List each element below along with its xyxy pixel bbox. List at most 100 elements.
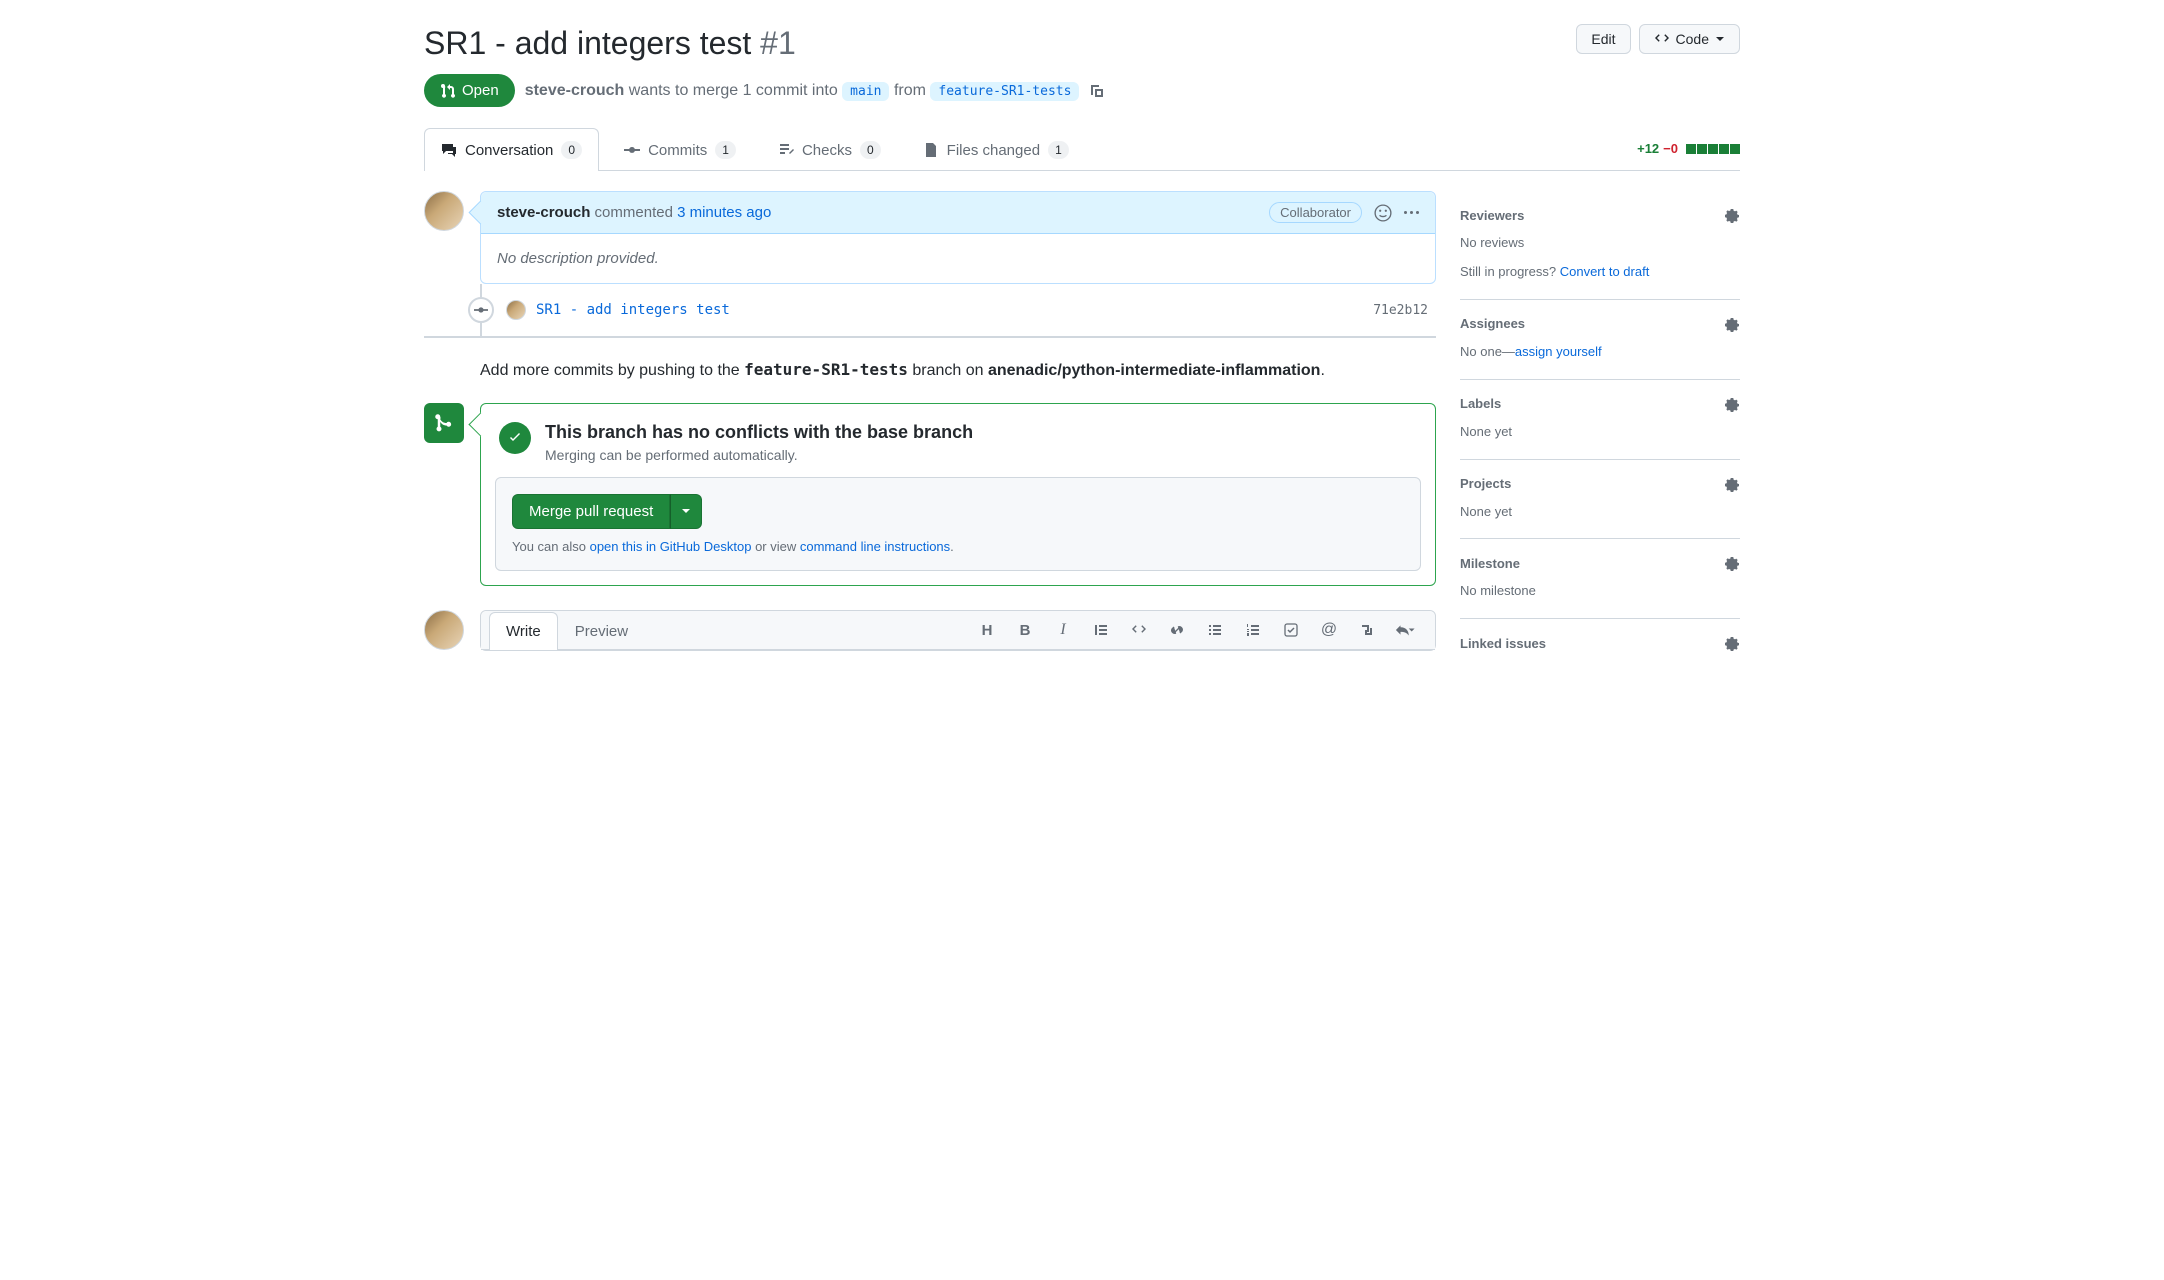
pr-state-label: Open — [462, 82, 499, 99]
projects-status: None yet — [1460, 502, 1740, 523]
tab-checks[interactable]: Checks 0 — [761, 128, 898, 171]
pr-title: SR1 - add integers test #1 — [424, 24, 796, 62]
write-tab[interactable]: Write — [489, 612, 558, 650]
comment-author-link[interactable]: steve-crouch — [497, 204, 590, 221]
caret-down-icon — [1715, 34, 1725, 44]
git-commit-icon — [474, 303, 488, 317]
merge-help-text: You can also open this in GitHub Desktop… — [512, 539, 1404, 554]
merge-pull-request-button[interactable]: Merge pull request — [512, 494, 670, 529]
projects-title: Projects — [1460, 476, 1511, 491]
code-icon — [1654, 31, 1670, 47]
quote-icon[interactable] — [1091, 620, 1111, 640]
avatar[interactable] — [424, 610, 464, 650]
bold-icon[interactable]: B — [1015, 620, 1035, 640]
mention-icon[interactable]: @ — [1319, 620, 1339, 640]
cross-reference-icon[interactable] — [1357, 620, 1377, 640]
gear-icon[interactable] — [1724, 207, 1740, 223]
additions-count: +12 — [1637, 141, 1659, 156]
ordered-list-icon[interactable] — [1243, 620, 1263, 640]
tab-files[interactable]: Files changed 1 — [906, 128, 1086, 171]
preview-tab[interactable]: Preview — [558, 612, 645, 650]
merge-box: This branch has no conflicts with the ba… — [480, 403, 1436, 586]
head-branch[interactable]: feature-SR1-tests — [930, 82, 1079, 101]
caret-down-icon — [681, 506, 691, 516]
merge-status-subtitle: Merging can be performed automatically. — [545, 447, 973, 463]
linked-issues-title: Linked issues — [1460, 636, 1546, 651]
milestone-title: Milestone — [1460, 556, 1520, 571]
git-merge-icon — [434, 413, 454, 433]
pr-number: #1 — [760, 25, 796, 61]
merge-status-title: This branch has no conflicts with the ba… — [545, 422, 973, 443]
tasklist-icon[interactable] — [1281, 620, 1301, 640]
check-circle-icon — [499, 422, 531, 454]
comment-timestamp[interactable]: 3 minutes ago — [677, 204, 771, 221]
draft-prompt: Still in progress? — [1460, 264, 1560, 279]
gear-icon[interactable] — [1724, 316, 1740, 332]
heading-icon[interactable]: H — [977, 620, 997, 640]
tab-files-label: Files changed — [947, 142, 1040, 159]
conversation-count: 0 — [561, 141, 582, 159]
commit-avatar[interactable] — [506, 300, 526, 320]
assign-yourself-link[interactable]: assign yourself — [1515, 344, 1602, 359]
gear-icon[interactable] — [1724, 396, 1740, 412]
merge-dropdown-button[interactable] — [670, 494, 702, 529]
copy-icon[interactable] — [1089, 83, 1105, 99]
cli-instructions-link[interactable]: command line instructions — [800, 539, 950, 554]
pr-state-badge: Open — [424, 74, 515, 107]
checklist-icon — [778, 142, 794, 158]
reply-icon[interactable] — [1395, 620, 1415, 640]
file-diff-icon — [923, 142, 939, 158]
commit-hash[interactable]: 71e2b12 — [1373, 303, 1428, 318]
merge-icon-box — [424, 403, 464, 443]
assignees-status: No one— — [1460, 344, 1515, 359]
author-link[interactable]: steve-crouch — [525, 82, 625, 99]
gear-icon[interactable] — [1724, 635, 1740, 651]
tab-commits[interactable]: Commits 1 — [607, 128, 753, 171]
code-button-label: Code — [1676, 31, 1709, 47]
checks-count: 0 — [860, 141, 881, 159]
commit-badge — [468, 297, 494, 323]
git-commit-icon — [624, 142, 640, 158]
comment-box: steve-crouch commented 3 minutes ago Col… — [480, 191, 1436, 284]
code-button[interactable]: Code — [1639, 24, 1740, 54]
comment-verb: commented — [595, 204, 673, 221]
tab-commits-label: Commits — [648, 142, 707, 159]
unordered-list-icon[interactable] — [1205, 620, 1225, 640]
files-count: 1 — [1048, 141, 1069, 159]
smiley-icon[interactable] — [1374, 204, 1392, 222]
kebab-icon[interactable] — [1404, 211, 1419, 214]
avatar[interactable] — [424, 191, 464, 231]
edit-button[interactable]: Edit — [1576, 24, 1630, 54]
hint-repo: anenadic/python-intermediate-inflammatio… — [988, 362, 1320, 379]
gear-icon[interactable] — [1724, 555, 1740, 571]
milestone-status: No milestone — [1460, 581, 1740, 602]
labels-title: Labels — [1460, 396, 1501, 411]
pr-title-text: SR1 - add integers test — [424, 25, 751, 61]
comment-discussion-icon — [441, 142, 457, 158]
gear-icon[interactable] — [1724, 476, 1740, 492]
tab-conversation[interactable]: Conversation 0 — [424, 128, 599, 171]
link-icon[interactable] — [1167, 620, 1187, 640]
tab-conversation-label: Conversation — [465, 142, 553, 159]
convert-draft-link[interactable]: Convert to draft — [1560, 264, 1650, 279]
from-text: from — [894, 82, 926, 99]
push-hint: Add more commits by pushing to the featu… — [480, 338, 1436, 403]
diff-squares — [1686, 144, 1740, 154]
reviewers-status: No reviews — [1460, 233, 1740, 254]
assignees-title: Assignees — [1460, 316, 1525, 331]
comment-body: No description provided. — [481, 234, 1435, 283]
deletions-count: −0 — [1663, 141, 1678, 156]
tab-checks-label: Checks — [802, 142, 852, 159]
open-desktop-link[interactable]: open this in GitHub Desktop — [590, 539, 752, 554]
comment-editor: Write Preview H B I — [480, 610, 1436, 651]
diffstat: +12 −0 — [1637, 141, 1740, 156]
code-icon[interactable] — [1129, 620, 1149, 640]
italic-icon[interactable]: I — [1053, 620, 1073, 640]
labels-status: None yet — [1460, 422, 1740, 443]
base-branch[interactable]: main — [842, 82, 889, 101]
reviewers-title: Reviewers — [1460, 208, 1524, 223]
commits-count: 1 — [715, 141, 736, 159]
role-badge: Collaborator — [1269, 202, 1362, 223]
hint-branch: feature-SR1-tests — [744, 360, 908, 379]
commit-message-link[interactable]: SR1 - add integers test — [536, 302, 730, 318]
